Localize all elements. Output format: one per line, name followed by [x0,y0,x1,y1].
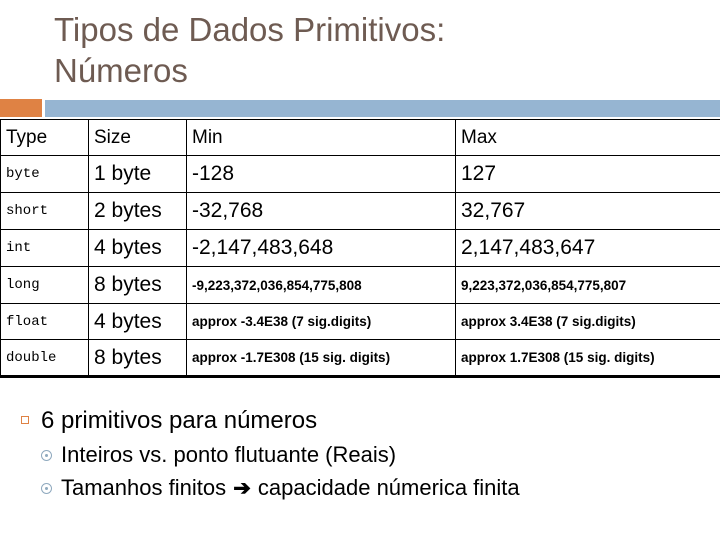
bullet-level2-item: Tamanhos finitos ➔ capacidade númerica f… [0,471,720,504]
table-row: byte 1 byte -128 127 [0,155,720,193]
table-header-row: Type Size Min Max [0,119,720,156]
column-header-type: Type [0,119,89,156]
cell-min: -32,768 [186,192,456,230]
bullet-list: 6 primitivos para números Inteiros vs. p… [0,404,720,540]
table-row: float 4 bytes approx -3.4E38 (7 sig.digi… [0,303,720,340]
column-header-max: Max [455,119,720,156]
square-bullet-icon [21,416,29,424]
cell-min: -2,147,483,648 [186,229,456,267]
slide-header: Tipos de Dados Primitivos: Números [0,0,720,118]
cell-size: 4 bytes [88,303,187,340]
circle-bullet-icon [41,483,52,494]
cell-size: 2 bytes [88,192,187,230]
bullet-level2-label-after: capacidade númerica finita [251,475,520,500]
cell-type: short [0,192,89,230]
cell-min: approx -3.4E38 (7 sig.digits) [186,303,456,340]
cell-min: approx -1.7E308 (15 sig. digits) [186,339,456,378]
cell-max: 2,147,483,647 [455,229,720,267]
cell-max: approx 3.4E38 (7 sig.digits) [455,303,720,340]
table-row: double 8 bytes approx -1.7E308 (15 sig. … [0,339,720,378]
cell-type: double [0,339,89,378]
cell-max: 127 [455,155,720,193]
column-header-size: Size [88,119,187,156]
bullet-level1-item: 6 primitivos para números [0,404,720,438]
primitive-types-table: Type Size Min Max byte 1 byte -128 127 s… [0,119,720,378]
cell-size: 4 bytes [88,229,187,267]
bullet-level2-label: Inteiros vs. ponto flutuante (Reais) [61,442,397,467]
table-row: short 2 bytes -32,768 32,767 [0,192,720,230]
cell-size: 1 byte [88,155,187,193]
cell-size: 8 bytes [88,339,187,378]
cell-type: int [0,229,89,267]
cell-type: byte [0,155,89,193]
table-row: int 4 bytes -2,147,483,648 2,147,483,647 [0,229,720,267]
bullet-level2-item: Inteiros vs. ponto flutuante (Reais) [0,438,720,471]
cell-min: -128 [186,155,456,193]
cell-type: float [0,303,89,340]
header-orange-accent-block [0,99,42,117]
cell-min: -9,223,372,036,854,775,808 [186,266,456,304]
bullet-level1-label: 6 primitivos para números [41,407,318,434]
circle-bullet-icon [41,450,52,461]
cell-max: approx 1.7E308 (15 sig. digits) [455,339,720,378]
cell-type: long [0,266,89,304]
table-row: long 8 bytes -9,223,372,036,854,775,808 … [0,266,720,304]
page-title: Tipos de Dados Primitivos: Números [54,11,446,89]
cell-max: 9,223,372,036,854,775,807 [455,266,720,304]
bullet-level2-label-before: Tamanhos finitos [61,475,233,500]
cell-size: 8 bytes [88,266,187,304]
column-header-min: Min [186,119,456,156]
header-blue-divider-bar [45,100,720,117]
cell-max: 32,767 [455,192,720,230]
arrow-right-icon: ➔ [233,477,251,500]
